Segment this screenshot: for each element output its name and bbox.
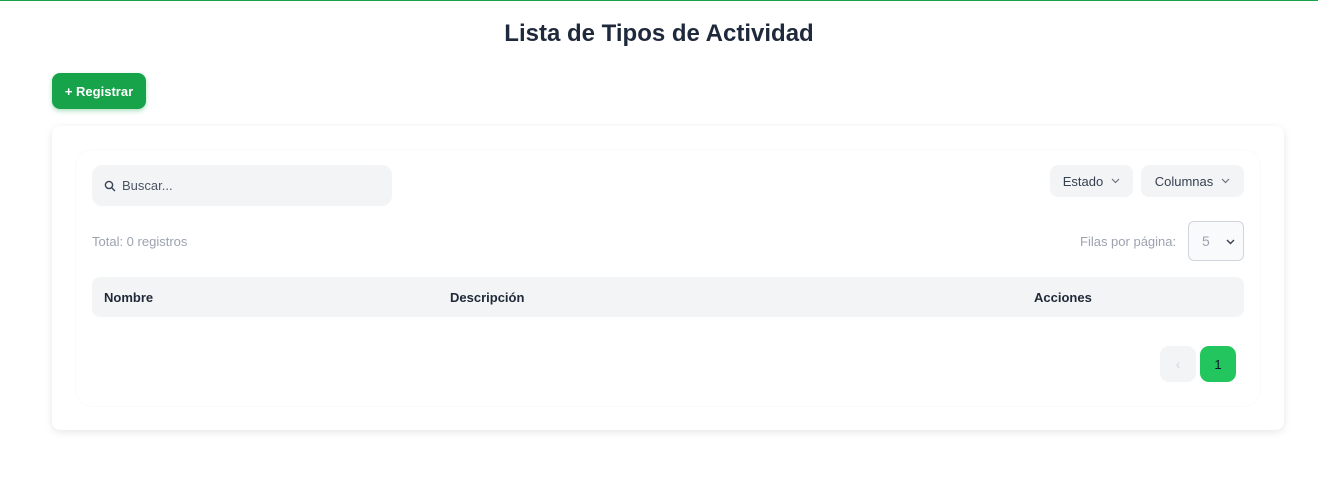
top-accent-line	[0, 0, 1318, 1]
columnas-filter-button[interactable]: Columnas	[1141, 165, 1244, 197]
table-header: Nombre Descripción Acciones	[92, 277, 1244, 317]
column-header-acciones: Acciones	[1034, 290, 1092, 305]
rows-per-page-value: 5	[1202, 233, 1210, 249]
columnas-filter-label: Columnas	[1154, 173, 1214, 189]
chevron-left-icon: ‹	[1175, 356, 1181, 372]
search-icon	[104, 180, 116, 191]
rows-per-page-label: Filas por página:	[1080, 234, 1177, 249]
search-box[interactable]	[92, 165, 392, 206]
page-title: Lista de Tipos de Actividad	[504, 20, 814, 47]
total-records: Total: 0 registros	[92, 234, 188, 249]
column-header-nombre[interactable]: Nombre	[104, 290, 153, 305]
previous-page-button[interactable]: ‹	[1160, 346, 1196, 382]
column-header-descripcion[interactable]: Descripción	[450, 290, 524, 305]
chevron-down-icon	[1111, 178, 1120, 184]
register-button[interactable]: + Registrar	[52, 73, 146, 109]
chevron-down-icon	[1221, 178, 1230, 184]
page-number-button[interactable]: 1	[1200, 346, 1236, 382]
table-card: Estado Columnas Total: 0 registros Filas…	[52, 126, 1284, 430]
rows-per-page-select[interactable]: 5	[1188, 221, 1244, 261]
chevron-down-icon	[1226, 239, 1235, 245]
estado-filter-button[interactable]: Estado	[1050, 165, 1133, 197]
table-panel: Estado Columnas Total: 0 registros Filas…	[76, 150, 1260, 406]
estado-filter-label: Estado	[1062, 173, 1104, 189]
search-input[interactable]	[122, 178, 372, 193]
